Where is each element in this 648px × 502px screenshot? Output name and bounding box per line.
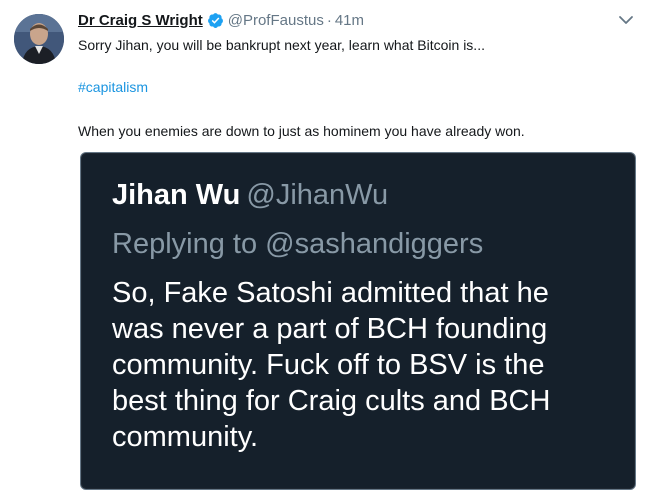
tweet: Dr Craig S Wright @ProfFaustus · 41m Sor…: [0, 0, 648, 502]
avatar-image: [14, 14, 64, 64]
tweet-text-line: When you enemies are down to just as hom…: [78, 123, 525, 139]
quoted-author-name: Jihan Wu: [112, 179, 241, 211]
tweet-text-line: Sorry Jihan, you will be bankrupt next y…: [78, 37, 485, 53]
quoted-text-line: So, Fake Satoshi admitted that he: [112, 277, 549, 309]
quoted-tweet-header: Jihan Wu @JihanWu: [112, 177, 388, 213]
hashtag-link[interactable]: #capitalism: [78, 78, 148, 96]
author-handle[interactable]: @ProfFaustus: [228, 12, 324, 29]
author-display-name[interactable]: Dr Craig S Wright: [78, 12, 203, 29]
quoted-text-line: was never a part of BCH founding: [112, 313, 548, 345]
tweet-header: Dr Craig S Wright @ProfFaustus · 41m: [78, 10, 364, 30]
quoted-author-handle: @JihanWu: [246, 179, 389, 211]
quoted-tweet-screenshot: Jihan Wu @JihanWu Replying to @sashandigg…: [82, 154, 634, 488]
quoted-tweet-text: So, Fake Satoshi admitted that he was ne…: [112, 275, 632, 455]
separator-dot: ·: [326, 11, 332, 29]
verified-badge-icon: [207, 12, 224, 29]
tweet-timestamp[interactable]: 41m: [335, 12, 364, 29]
quoted-replying-to: Replying to @sashandiggers: [112, 228, 484, 260]
quoted-tweet-card[interactable]: Jihan Wu @JihanWu Replying to @sashandigg…: [80, 152, 636, 490]
quoted-text-line: community. Fuck off to BSV is the: [112, 349, 545, 381]
avatar[interactable]: [14, 14, 64, 64]
quoted-text-line: best thing for Craig cults and BCH: [112, 385, 551, 417]
quoted-text-line: community.: [112, 421, 259, 453]
chevron-down-icon[interactable]: [618, 12, 634, 28]
